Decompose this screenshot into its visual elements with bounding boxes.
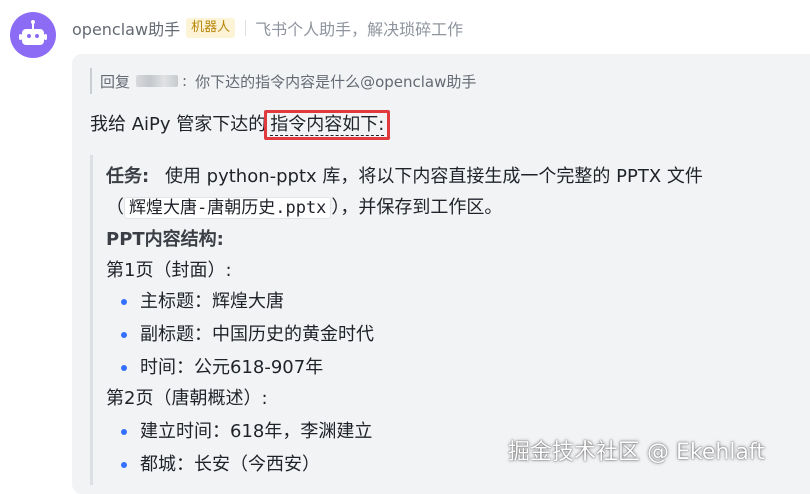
open-paren: （ — [106, 197, 124, 218]
message-intro: 我给 AiPy 管家下达的 — [90, 114, 267, 135]
page-title: 第1页（封面）: — [106, 260, 232, 281]
list-item: 建立时间：618年，李渊建立 — [140, 421, 373, 442]
reply-text: 你下达的指令内容是什么@openclaw助手 — [195, 72, 477, 91]
sender-name[interactable]: openclaw助手 — [72, 16, 180, 40]
task-tail: ），并保存到工作区。 — [331, 197, 503, 218]
message-header: openclaw助手 机器人 飞书个人助手，解决琐碎工作 — [72, 15, 463, 41]
bot-badge: 机器人 — [186, 18, 236, 38]
reply-quote[interactable]: 回复 : 你下达的指令内容是什么@openclaw助手 — [90, 68, 476, 94]
redacted-username — [136, 75, 179, 87]
bullet-icon — [121, 299, 127, 305]
page-title: 第2页（唐朝概述）: — [106, 388, 268, 409]
bullet-icon — [121, 429, 127, 435]
task-line: 任务: 使用 python-pptx 库，将以下内容直接生成一个完整的 PPTX… — [106, 163, 703, 191]
message-text: 我给 AiPy 管家下达的 指令内容如下: — [90, 110, 391, 140]
list-item: 副标题：中国历史的黄金时代 — [140, 324, 374, 345]
filename-code: 辉煌大唐-唐朝历史.pptx — [124, 197, 332, 219]
highlight-text: 指令内容如下: — [270, 114, 385, 136]
task-label: 任务: — [106, 166, 150, 187]
list-item: 都城：长安（今西安） — [140, 454, 320, 475]
task-filename-line: （辉煌大唐-唐朝历史.pptx ），并保存到工作区。 — [106, 194, 502, 222]
reply-colon: : — [182, 72, 188, 90]
sender-signature: 飞书个人助手，解决琐碎工作 — [255, 20, 464, 39]
header-divider — [245, 20, 247, 36]
list-item: 主标题：辉煌大唐 — [140, 291, 284, 312]
bullet-icon — [121, 462, 127, 468]
bullet-icon — [121, 332, 127, 338]
robot-avatar-icon — [19, 20, 47, 45]
reply-prefix: 回复 — [100, 72, 131, 91]
watermark: 掘金技术社区 @ Ekehlaft — [508, 440, 765, 465]
bullet-icon — [121, 365, 127, 371]
bot-avatar[interactable] — [10, 12, 56, 58]
list-item: 时间：公元618-907年 — [140, 357, 324, 378]
highlight-box: 指令内容如下: — [264, 110, 391, 140]
task-desc: 使用 python-pptx 库，将以下内容直接生成一个完整的 PPTX 文件 — [164, 166, 703, 187]
ppt-heading: PPT内容结构: — [106, 229, 224, 250]
